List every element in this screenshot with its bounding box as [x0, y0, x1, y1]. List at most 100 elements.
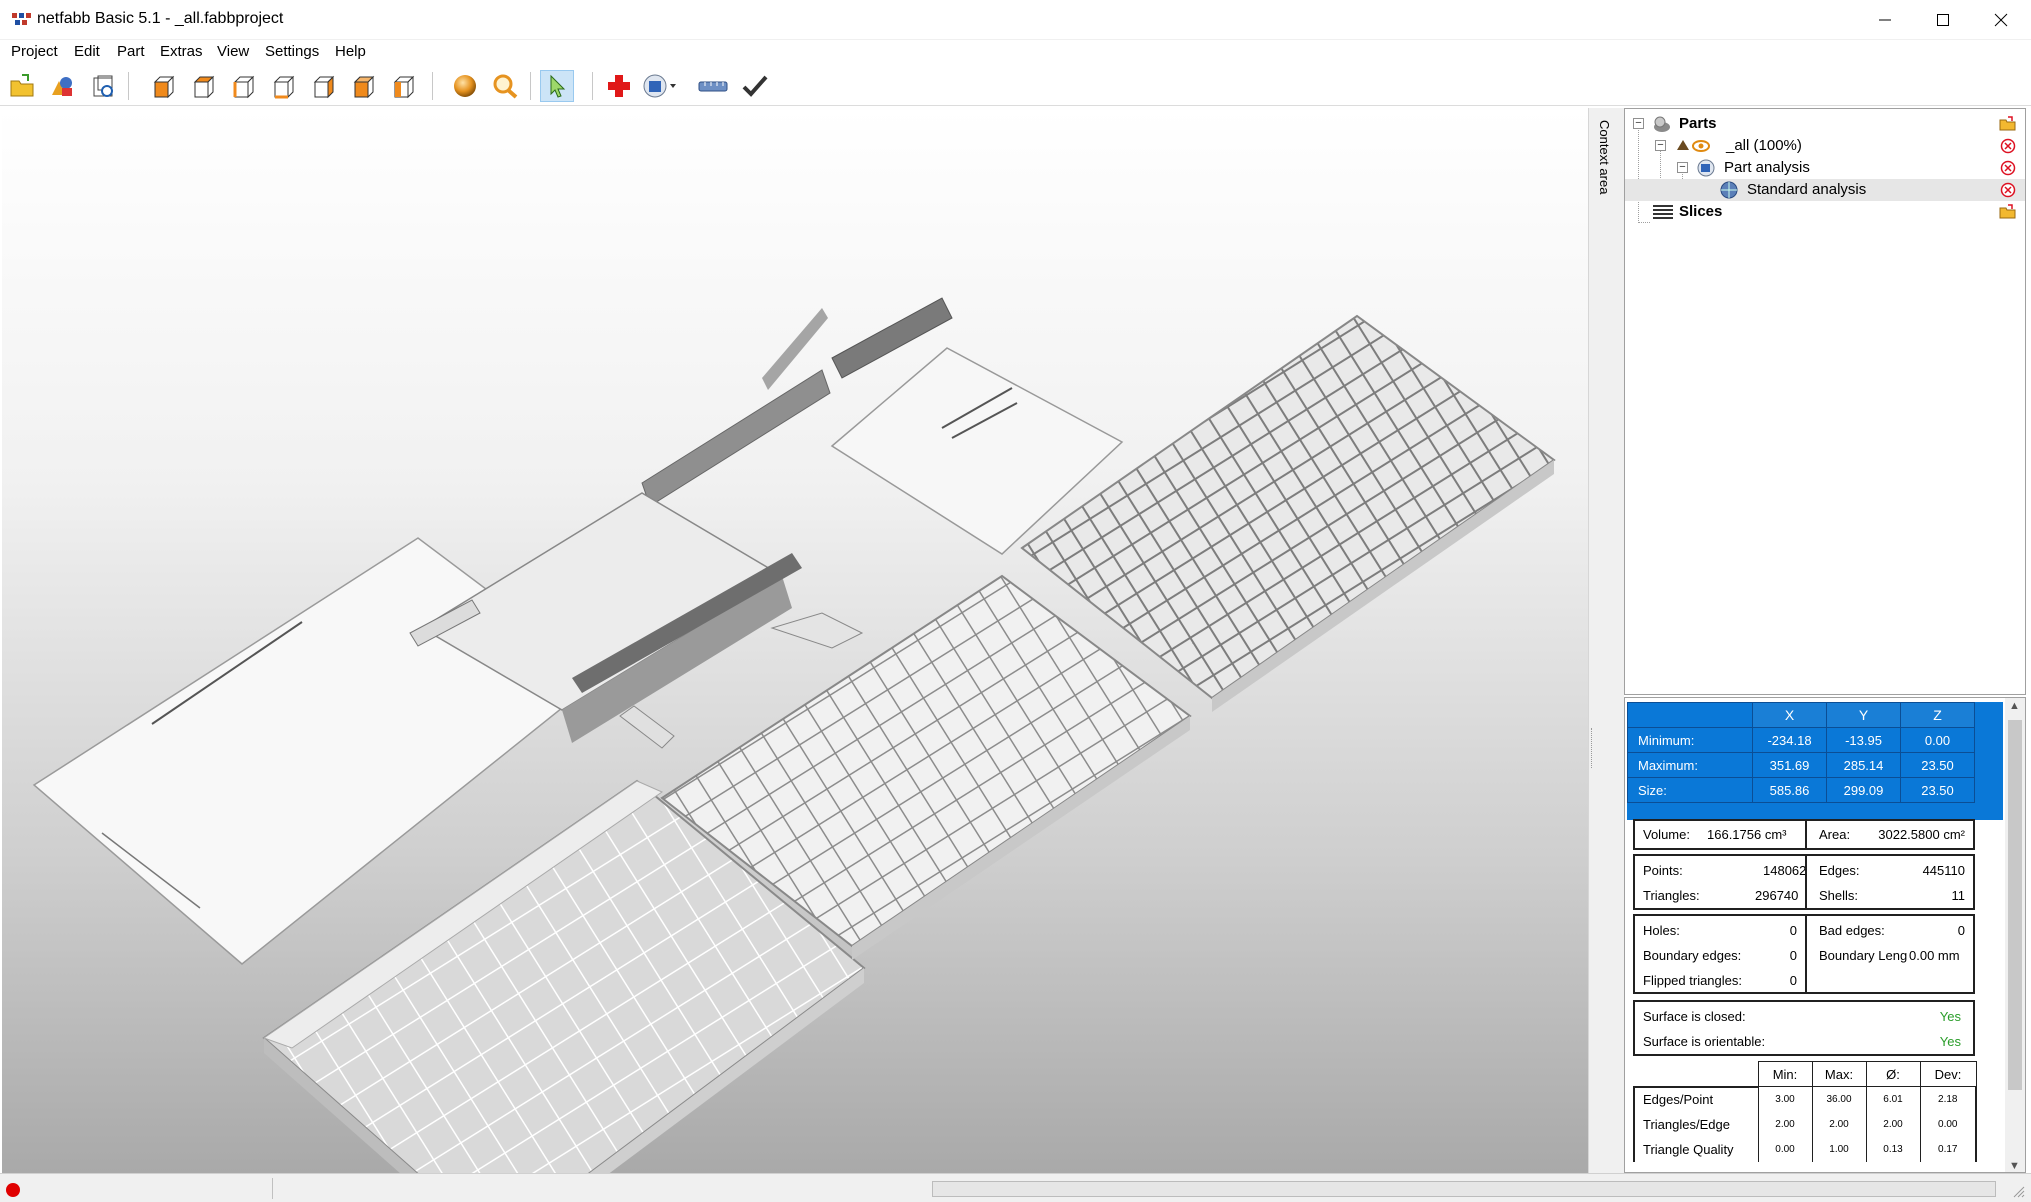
points-value: 148062: [1763, 863, 1807, 878]
view-bottom-button[interactable]: [346, 70, 380, 102]
bbox-row-label: Minimum:: [1627, 727, 1753, 753]
collapse-icon[interactable]: −: [1633, 118, 1644, 129]
box-divider: [1805, 856, 1807, 908]
shells-value: 11: [1951, 888, 1966, 903]
zoom-button[interactable]: [488, 70, 522, 102]
shading-button[interactable]: [448, 70, 482, 102]
bbox-size-x: 585.86: [1752, 777, 1827, 803]
volume-value: 166.1756 cm³: [1707, 827, 1787, 842]
maximize-button[interactable]: [1914, 0, 1972, 40]
view-right-button[interactable]: [266, 70, 300, 102]
toolbar-separator: [128, 72, 129, 100]
status-separator: [272, 1178, 273, 1199]
view-top-button[interactable]: [306, 70, 340, 102]
select-tool-button[interactable]: [540, 70, 574, 102]
resize-grip-icon[interactable]: [2011, 1184, 2025, 1198]
bbox-corner: [1627, 702, 1753, 728]
tree-label-parts: Parts: [1679, 115, 1717, 132]
boundary-edges-value: 0: [1789, 948, 1797, 963]
stats-row-label: Triangle Quality: [1633, 1136, 1758, 1162]
minimize-button[interactable]: [1856, 0, 1914, 40]
measure-button[interactable]: [696, 70, 730, 102]
volume-label: Volume:: [1643, 827, 1690, 842]
open-folder-icon[interactable]: [1999, 204, 2017, 220]
collapse-icon[interactable]: −: [1677, 162, 1688, 173]
tree-item-part-analysis[interactable]: − Part analysis: [1625, 157, 2025, 179]
bbox-header-z: Z: [1900, 702, 1975, 728]
stats-min: 0.00: [1757, 1136, 1813, 1162]
bbox-header-x: X: [1752, 702, 1827, 728]
splitter-grip[interactable]: [1591, 728, 1594, 768]
tree-item-slices[interactable]: Slices: [1625, 201, 2025, 223]
3d-viewport[interactable]: [2, 108, 1588, 1173]
context-area-tab[interactable]: Context area: [1588, 108, 1624, 1173]
info-scrollbar[interactable]: ▲ ▼: [2005, 698, 2025, 1172]
menu-view[interactable]: View: [217, 43, 249, 60]
view-left-button[interactable]: [226, 70, 260, 102]
bounding-box-table: X Y Z Minimum: -234.18 -13.95 0.00 Maxim…: [1627, 702, 2003, 820]
view-iso-button[interactable]: [386, 70, 420, 102]
view-front-button[interactable]: [146, 70, 180, 102]
boundary-edges-label: Boundary edges:: [1643, 948, 1742, 963]
scroll-down-icon[interactable]: ▼: [2009, 1160, 2020, 1172]
part-visibility-icon: [1677, 140, 1710, 152]
triangles-value: 296740: [1755, 888, 1799, 903]
remove-icon[interactable]: [1999, 182, 2017, 198]
snapshot-button[interactable]: [86, 70, 120, 102]
boundary-length-label: Boundary Leng: [1819, 948, 1908, 963]
menu-settings[interactable]: Settings: [265, 43, 319, 60]
bbox-row-size: Size: 585.86 299.09 23.50: [1627, 777, 1975, 803]
collapse-icon[interactable]: −: [1655, 140, 1666, 151]
tree-item-standard-analysis[interactable]: Standard analysis: [1625, 179, 2025, 201]
menu-part[interactable]: Part: [117, 43, 145, 60]
add-part-button[interactable]: [45, 70, 79, 102]
stats-dev: 0.17: [1919, 1136, 1977, 1162]
open-folder-icon[interactable]: [1999, 116, 2017, 132]
view-right-icon: [273, 75, 295, 99]
remove-icon[interactable]: [1999, 160, 2017, 176]
error-count-box: Holes: 0 Boundary edges: 0 Flipped trian…: [1633, 914, 1975, 994]
scroll-thumb[interactable]: [2008, 720, 2022, 1090]
toolbar: [0, 66, 2031, 106]
tree-item-all[interactable]: − _all (100%): [1625, 135, 2025, 157]
view-bottom-icon: [353, 75, 375, 99]
close-button[interactable]: [1972, 0, 2030, 40]
model-render: [32, 297, 1556, 1173]
stats-row: Edges/Point 3.00 36.00 6.01 2.18: [1633, 1085, 1977, 1112]
toolbar-separator: [592, 72, 593, 100]
tree-label-slices: Slices: [1679, 203, 1723, 220]
scroll-up-icon[interactable]: ▲: [2009, 700, 2020, 712]
bad-edges-label: Bad edges:: [1819, 923, 1885, 938]
open-project-button[interactable]: [5, 70, 39, 102]
menu-help[interactable]: Help: [335, 43, 366, 60]
menu-edit[interactable]: Edit: [74, 43, 100, 60]
stats-header-dev: Dev:: [1919, 1061, 1977, 1087]
mesh-statistics-table: Min: Max: Ø: Dev: Edges/Point 3.00 36.00…: [1633, 1061, 1977, 1162]
bbox-row-maximum: Maximum: 351.69 285.14 23.50: [1627, 752, 1975, 778]
bbox-row-label: Size:: [1627, 777, 1753, 803]
holes-label: Holes:: [1643, 923, 1680, 938]
tree-item-parts[interactable]: − Parts: [1625, 113, 2025, 135]
menu-extras[interactable]: Extras: [160, 43, 203, 60]
tree-label-all: _all (100%): [1726, 137, 1802, 154]
bbox-min-y: -13.95: [1826, 727, 1901, 753]
stats-row-label: Edges/Point: [1633, 1085, 1758, 1112]
apply-button[interactable]: [738, 70, 772, 102]
area-label: Area:: [1819, 827, 1851, 842]
snapshot-icon: [93, 75, 113, 97]
window-title: netfabb Basic 5.1 - _all.fabbproject: [37, 10, 284, 27]
context-area-label: Context area: [1597, 120, 1612, 195]
holes-value: 0: [1789, 923, 1797, 938]
stats-header-min: Min:: [1757, 1061, 1813, 1087]
remove-icon[interactable]: [1999, 138, 2017, 154]
shells-label: Shells:: [1819, 888, 1859, 903]
flipped-triangles-value: 0: [1789, 973, 1797, 988]
small-connector: [770, 612, 864, 649]
bbox-max-y: 285.14: [1826, 752, 1901, 778]
view-back-button[interactable]: [186, 70, 220, 102]
analysis-button[interactable]: [642, 70, 676, 102]
repair-button[interactable]: [602, 70, 636, 102]
stats-dev: 0.00: [1919, 1111, 1977, 1137]
edges-value: 445110: [1922, 863, 1965, 878]
menu-project[interactable]: Project: [11, 43, 58, 60]
